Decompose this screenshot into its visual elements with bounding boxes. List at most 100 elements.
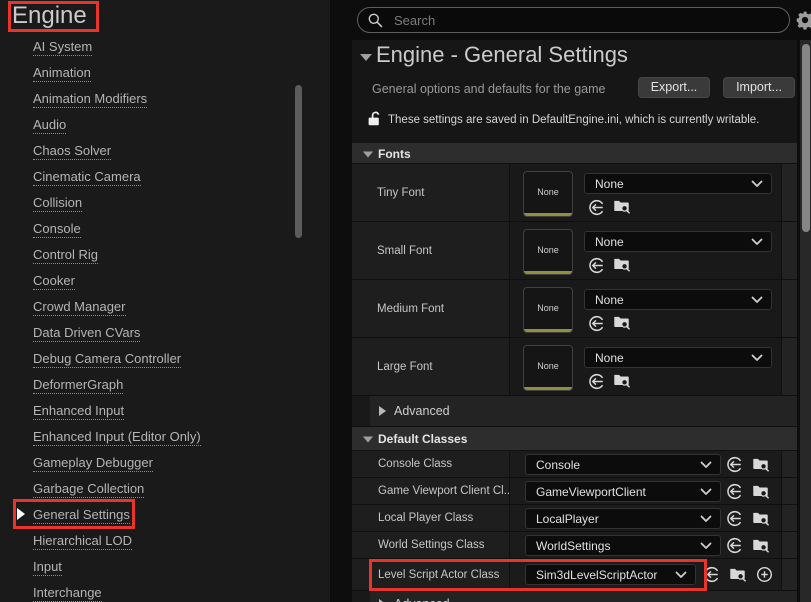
browse-to-asset-icon[interactable] xyxy=(752,455,769,472)
sidebar-item-cooker[interactable]: Cooker xyxy=(33,273,75,290)
chevron-down-icon xyxy=(751,180,763,188)
config-file-info-text: These settings are saved in DefaultEngin… xyxy=(388,114,794,126)
export-button[interactable]: Export... xyxy=(638,77,710,98)
use-selected-asset-icon[interactable] xyxy=(588,199,605,216)
gear-icon[interactable] xyxy=(795,10,811,30)
section-header-fonts[interactable]: Fonts xyxy=(352,143,797,164)
panel-scrollbar-thumb[interactable] xyxy=(802,44,810,232)
section-collapse-icon[interactable] xyxy=(360,54,372,61)
search-input[interactable] xyxy=(392,9,772,31)
asset-dropdown[interactable]: None xyxy=(584,289,772,310)
browse-to-asset-icon[interactable] xyxy=(613,255,630,272)
property-row-level-script-actor-class: Level Script Actor Class Sim3dLevelScrip… xyxy=(352,559,797,591)
class-dropdown[interactable]: Console xyxy=(525,454,721,475)
sidebar-item-animation[interactable]: Animation xyxy=(33,65,91,82)
property-row-world-settings-class: World Settings Class WorldSettings xyxy=(352,532,797,559)
property-row-small-font: Small Font None None xyxy=(352,222,797,280)
sidebar-item-animation-modifiers[interactable]: Animation Modifiers xyxy=(33,91,147,108)
sidebar-item-console[interactable]: Console xyxy=(33,221,81,238)
sidebar-item-audio[interactable]: Audio xyxy=(33,117,66,134)
asset-type-color-bar xyxy=(524,329,572,332)
asset-thumbnail[interactable]: None xyxy=(523,287,573,333)
sidebar-section-title: Engine xyxy=(12,2,87,30)
property-label: Tiny Font xyxy=(377,187,425,199)
class-dropdown[interactable]: GameViewportClient xyxy=(525,481,721,502)
browse-to-asset-icon[interactable] xyxy=(613,313,630,330)
chevron-down-icon xyxy=(675,571,687,579)
chevron-down-icon xyxy=(751,238,763,246)
project-settings-window: Engine AI System Animation Animation Mod… xyxy=(0,0,811,602)
asset-thumbnail[interactable]: None xyxy=(523,345,573,391)
sidebar-item-enhanced-input-editor-only[interactable]: Enhanced Input (Editor Only) xyxy=(33,429,201,446)
asset-thumbnail[interactable]: None xyxy=(523,171,573,217)
property-label: Game Viewport Client Cl... xyxy=(378,485,510,497)
sidebar-item-enhanced-input[interactable]: Enhanced Input xyxy=(33,403,124,420)
property-row-tiny-font: Tiny Font None None xyxy=(352,164,797,222)
sidebar-item-control-rig[interactable]: Control Rig xyxy=(33,247,98,264)
class-dropdown[interactable]: Sim3dLevelScriptActor xyxy=(525,564,696,585)
asset-dropdown[interactable]: None xyxy=(584,173,772,194)
sidebar-item-debug-camera-controller[interactable]: Debug Camera Controller xyxy=(33,351,181,368)
sidebar-item-data-driven-cvars[interactable]: Data Driven CVars xyxy=(33,325,140,342)
browse-to-asset-icon[interactable] xyxy=(613,197,630,214)
use-selected-asset-icon[interactable] xyxy=(588,373,605,390)
sidebar-item-deformergraph[interactable]: DeformerGraph xyxy=(33,377,123,394)
sidebar-item-garbage-collection[interactable]: Garbage Collection xyxy=(33,481,144,498)
use-selected-asset-icon[interactable] xyxy=(703,566,720,583)
sidebar-item-interchange[interactable]: Interchange xyxy=(33,585,102,602)
expand-arrow-icon xyxy=(379,406,386,416)
sidebar-item-hierarchical-lod[interactable]: Hierarchical LOD xyxy=(33,533,132,550)
section-header-default-classes[interactable]: Default Classes xyxy=(352,427,797,451)
import-button[interactable]: Import... xyxy=(723,77,795,98)
browse-to-asset-icon[interactable] xyxy=(752,509,769,526)
property-row-local-player-class: Local Player Class LocalPlayer xyxy=(352,505,797,532)
fonts-advanced-expander[interactable]: Advanced xyxy=(352,396,797,427)
asset-type-color-bar xyxy=(524,387,572,390)
default-classes-advanced-expander[interactable]: Advanced xyxy=(352,591,797,602)
chevron-down-icon xyxy=(700,542,712,550)
sidebar-item-cinematic-camera[interactable]: Cinematic Camera xyxy=(33,169,141,186)
property-row-medium-font: Medium Font None None xyxy=(352,280,797,338)
browse-to-asset-icon[interactable] xyxy=(752,482,769,499)
browse-to-asset-icon[interactable] xyxy=(613,371,630,388)
use-selected-asset-icon[interactable] xyxy=(726,456,743,473)
property-row-console-class: Console Class Console xyxy=(352,451,797,478)
property-label: Medium Font xyxy=(377,303,444,315)
use-selected-asset-icon[interactable] xyxy=(726,510,743,527)
sidebar-item-input[interactable]: Input xyxy=(33,559,62,576)
use-selected-asset-icon[interactable] xyxy=(588,257,605,274)
sidebar-scrollbar-thumb[interactable] xyxy=(295,85,302,238)
asset-type-color-bar xyxy=(524,271,572,274)
chevron-down-icon xyxy=(700,461,712,469)
property-label: Console Class xyxy=(378,458,452,470)
add-element-icon[interactable] xyxy=(756,566,773,583)
use-selected-asset-icon[interactable] xyxy=(726,537,743,554)
collapse-arrow-icon xyxy=(363,152,373,158)
sidebar-item-general-settings[interactable]: General Settings xyxy=(33,507,130,524)
asset-thumbnail[interactable]: None xyxy=(523,229,573,275)
class-dropdown[interactable]: WorldSettings xyxy=(525,535,721,556)
asset-dropdown[interactable]: None xyxy=(584,231,772,252)
sidebar-item-ai-system[interactable]: AI System xyxy=(33,39,92,56)
asset-dropdown[interactable]: None xyxy=(584,347,772,368)
selected-item-marker-icon xyxy=(17,508,25,520)
use-selected-asset-icon[interactable] xyxy=(588,315,605,332)
class-dropdown[interactable]: LocalPlayer xyxy=(525,508,721,529)
property-row-game-viewport-client-class: Game Viewport Client Cl... GameViewportC… xyxy=(352,478,797,505)
settings-detail-panel: Engine - General Settings General option… xyxy=(352,40,797,602)
use-selected-asset-icon[interactable] xyxy=(726,483,743,500)
browse-to-asset-icon[interactable] xyxy=(729,565,746,582)
property-label: Level Script Actor Class xyxy=(378,569,499,581)
unlock-icon xyxy=(367,110,382,128)
sidebar-item-crowd-manager[interactable]: Crowd Manager xyxy=(33,299,126,316)
collapse-arrow-icon xyxy=(363,437,373,443)
sidebar-item-collision[interactable]: Collision xyxy=(33,195,82,212)
property-label: Local Player Class xyxy=(378,512,473,524)
property-row-large-font: Large Font None None xyxy=(352,338,797,396)
property-label: Large Font xyxy=(377,361,433,373)
chevron-down-icon xyxy=(700,488,712,496)
sidebar-item-chaos-solver[interactable]: Chaos Solver xyxy=(33,143,111,160)
sidebar-item-gameplay-debugger[interactable]: Gameplay Debugger xyxy=(33,455,153,472)
chevron-down-icon xyxy=(700,515,712,523)
browse-to-asset-icon[interactable] xyxy=(752,536,769,553)
